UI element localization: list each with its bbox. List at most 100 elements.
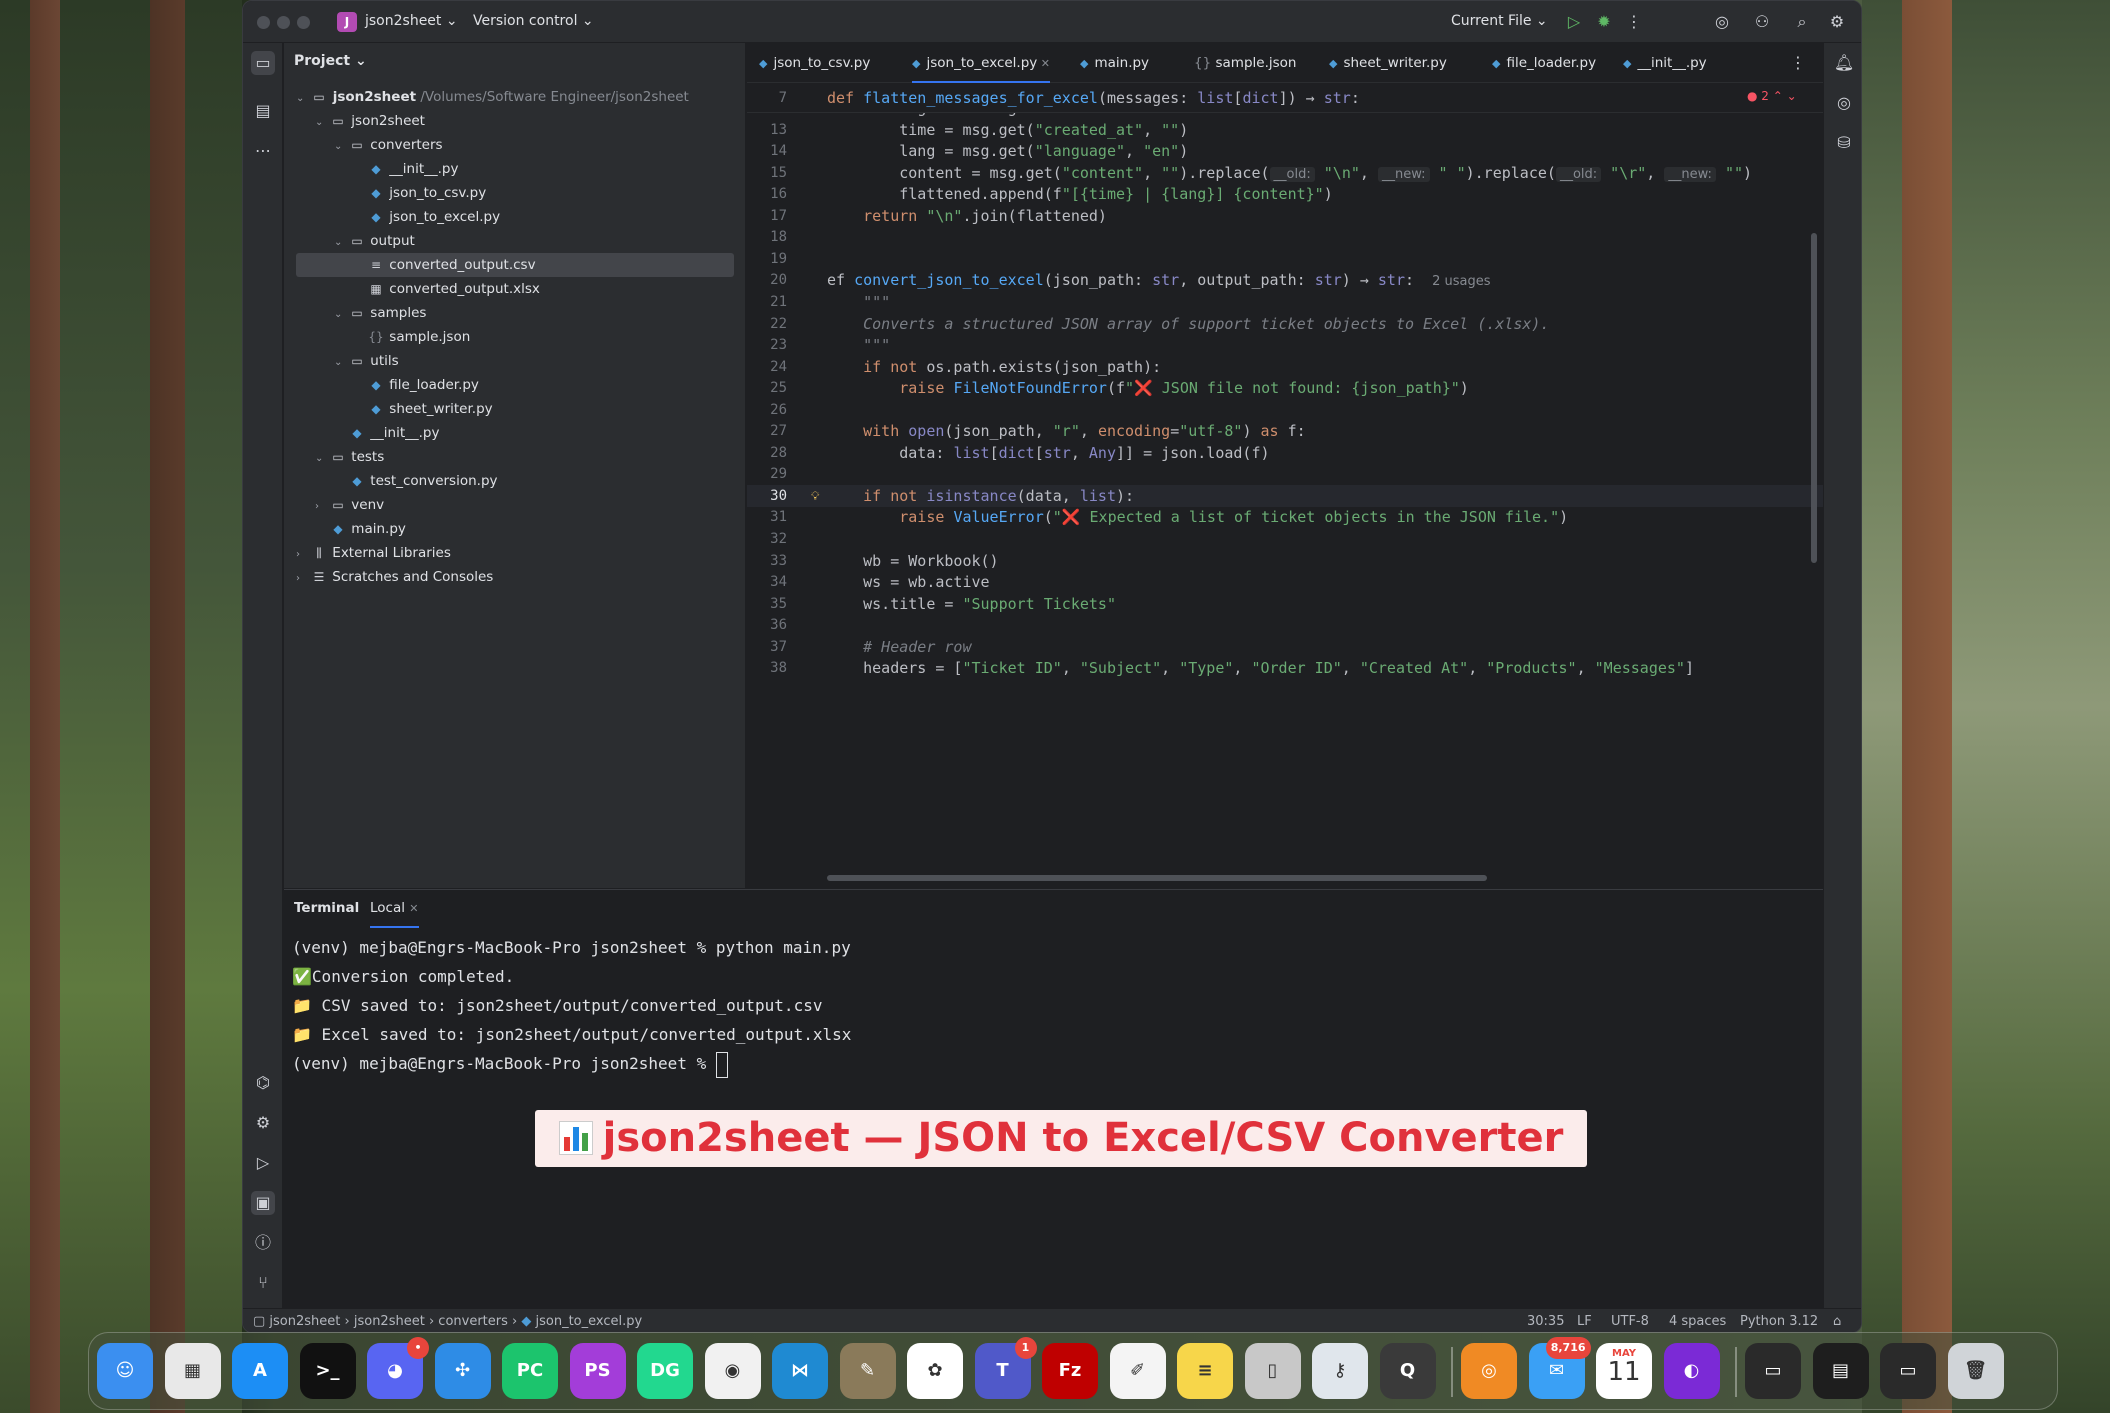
- tree-item[interactable]: ◆ file_loader.py: [284, 373, 745, 397]
- tree-item[interactable]: ◆ __init__.py: [284, 421, 745, 445]
- chevron-down-icon[interactable]: ⌄: [334, 135, 348, 159]
- chevron-down-icon[interactable]: ⌄: [296, 87, 310, 111]
- tree-item[interactable]: ⌄ ▭ json2sheet: [284, 109, 745, 133]
- breadcrumb-item[interactable]: ◆ json_to_excel.py: [521, 1314, 642, 1329]
- more-actions-icon[interactable]: ⋮: [1623, 11, 1645, 33]
- project-badge[interactable]: J: [337, 12, 357, 32]
- tree-item[interactable]: ▦ converted_output.xlsx: [284, 277, 745, 301]
- zoom-window-button[interactable]: [297, 16, 310, 29]
- phpstorm-app-icon[interactable]: PS: [569, 1343, 626, 1399]
- intention-bulb-icon[interactable]: 💡︎: [811, 485, 819, 507]
- trash-app-icon[interactable]: 🗑: [1947, 1343, 2004, 1399]
- terminal-tab-local[interactable]: Local ✕: [370, 900, 419, 928]
- search-icon[interactable]: ⌕: [1791, 11, 1813, 33]
- window-1-app-icon[interactable]: ▭: [1745, 1343, 1801, 1399]
- chatgpt-app-icon[interactable]: ✿: [907, 1343, 963, 1399]
- services-icon[interactable]: ▷: [251, 1151, 275, 1175]
- editor-tab[interactable]: ◆ sheet_writer.py: [1329, 43, 1447, 83]
- breadcrumb-item[interactable]: ▢ json2sheet: [253, 1314, 340, 1329]
- notifications-bell-icon[interactable]: 🔔︎: [1832, 51, 1856, 75]
- cursor-position[interactable]: 30:35: [1527, 1314, 1564, 1329]
- quicktime-app-icon[interactable]: Q: [1379, 1343, 1436, 1399]
- terminal-icon[interactable]: ▣: [251, 1191, 275, 1215]
- problems-icon[interactable]: ⓘ: [251, 1231, 275, 1255]
- chevron-down-icon[interactable]: ⌄: [334, 351, 348, 375]
- chevron-down-icon[interactable]: ⌄: [315, 447, 329, 471]
- textedit-app-icon[interactable]: ✐: [1109, 1343, 1166, 1399]
- add-user-icon[interactable]: ⚇: [1751, 11, 1773, 33]
- close-window-button[interactable]: [257, 16, 270, 29]
- window-3-app-icon[interactable]: ▭: [1880, 1343, 1936, 1399]
- database-icon[interactable]: ⛁: [1832, 131, 1856, 155]
- chevron-right-icon[interactable]: ›: [296, 543, 310, 567]
- tree-item[interactable]: › ☰ Scratches and Consoles: [284, 565, 745, 589]
- horizontal-scrollbar[interactable]: [827, 875, 1487, 881]
- launchpad-app-icon[interactable]: ▦: [164, 1343, 221, 1399]
- tab-overflow-icon[interactable]: ⋮: [1787, 52, 1809, 74]
- chevron-right-icon[interactable]: ›: [315, 495, 329, 519]
- firefox-app-icon[interactable]: ◐: [1663, 1343, 1720, 1399]
- tree-item[interactable]: ⌄ ▭ utils: [284, 349, 745, 373]
- gimp-app-icon[interactable]: ✎: [839, 1343, 896, 1399]
- vcs-menu[interactable]: Version control ⌄: [473, 13, 594, 29]
- debug-icon[interactable]: ✹: [1593, 11, 1615, 33]
- chevron-right-icon[interactable]: ›: [296, 567, 310, 591]
- line-separator[interactable]: LF: [1577, 1314, 1592, 1329]
- indent-setting[interactable]: 4 spaces: [1669, 1314, 1726, 1329]
- run-config-selector[interactable]: Current File ⌄: [1451, 13, 1548, 29]
- tree-item[interactable]: ⌄ ▭ converters: [284, 133, 745, 157]
- safari-app-icon[interactable]: ✣: [434, 1343, 491, 1399]
- run-icon[interactable]: ▷: [1563, 11, 1585, 33]
- vpn-app-icon[interactable]: ◎: [1461, 1343, 1517, 1399]
- iphone-mirroring-app-icon[interactable]: ▯: [1244, 1343, 1301, 1399]
- notes-app-icon[interactable]: ≡: [1177, 1343, 1233, 1399]
- close-tab-icon[interactable]: ✕: [409, 902, 418, 915]
- tree-item[interactable]: ≡ converted_output.csv: [296, 253, 734, 277]
- file-encoding[interactable]: UTF-8: [1611, 1314, 1649, 1329]
- project-switcher[interactable]: json2sheet ⌄: [365, 13, 458, 29]
- git-branch-icon[interactable]: ⑂: [251, 1271, 275, 1295]
- tree-item[interactable]: ◆ test_conversion.py: [284, 469, 745, 493]
- mail-app-icon[interactable]: ✉ 8,716: [1528, 1337, 1591, 1399]
- project-folder-icon[interactable]: ▭: [251, 51, 275, 75]
- window-2-app-icon[interactable]: ▤: [1812, 1343, 1869, 1399]
- chrome-app-icon[interactable]: ◉: [704, 1343, 761, 1399]
- close-tab-icon[interactable]: ✕: [1037, 57, 1050, 70]
- tree-item[interactable]: ⌄ ▭ output: [284, 229, 745, 253]
- teams-app-icon[interactable]: T1: [974, 1337, 1037, 1399]
- vscode-app-icon[interactable]: ⋈: [772, 1343, 828, 1399]
- filezilla-app-icon[interactable]: Fz: [1042, 1343, 1098, 1399]
- ai-assistant-icon[interactable]: ◎: [1711, 11, 1733, 33]
- app-store-app-icon[interactable]: A: [232, 1343, 288, 1399]
- discord-app-icon[interactable]: ◕ •: [367, 1337, 429, 1399]
- breadcrumb-item[interactable]: json2sheet: [354, 1314, 425, 1329]
- lock-icon[interactable]: ⌂: [1833, 1314, 1841, 1329]
- editor-tab[interactable]: {} sample.json: [1194, 43, 1296, 83]
- editor-tab[interactable]: ◆ json_to_csv.py: [759, 43, 870, 83]
- chevron-down-icon[interactable]: ⌄: [315, 111, 329, 135]
- code-editor[interactable]: 12 for msg in messages:13 time = msg.get…: [747, 83, 1823, 888]
- finder-app-icon[interactable]: ☺: [97, 1343, 153, 1399]
- datagrip-app-icon[interactable]: DG: [637, 1343, 693, 1399]
- ai-chat-icon[interactable]: ◎: [1832, 91, 1856, 115]
- keychain-app-icon[interactable]: ⚷: [1312, 1343, 1368, 1399]
- tree-item[interactable]: ⌄ ▭ tests: [284, 445, 745, 469]
- python-console-icon[interactable]: ⚙: [251, 1111, 275, 1135]
- terminal-app-icon[interactable]: >_: [299, 1343, 356, 1399]
- vertical-scrollbar[interactable]: [1811, 233, 1817, 563]
- project-panel-header[interactable]: Project ⌄: [294, 53, 367, 69]
- settings-gear-icon[interactable]: ⚙: [1826, 11, 1848, 33]
- python-packages-icon[interactable]: ⌬: [251, 1071, 275, 1095]
- sticky-scroll-header[interactable]: 7 def flatten_messages_for_excel(message…: [747, 83, 1823, 113]
- chevron-down-icon[interactable]: ⌄: [334, 303, 348, 327]
- editor-tab[interactable]: ◆ main.py: [1080, 43, 1149, 83]
- more-tools-icon[interactable]: ⋯: [251, 139, 275, 163]
- structure-icon[interactable]: ▤: [251, 99, 275, 123]
- tree-item[interactable]: ◆ json_to_excel.py: [284, 205, 745, 229]
- breadcrumb-item[interactable]: converters: [438, 1314, 508, 1329]
- tree-item[interactable]: ◆ main.py: [284, 517, 745, 541]
- tree-item[interactable]: › ▭ venv: [284, 493, 745, 517]
- tree-item[interactable]: › ⫼ External Libraries: [284, 541, 745, 565]
- tree-item[interactable]: ⌄ ▭ json2sheet /Volumes/Software Engineer…: [284, 85, 745, 109]
- chevron-down-icon[interactable]: ⌄: [334, 231, 348, 255]
